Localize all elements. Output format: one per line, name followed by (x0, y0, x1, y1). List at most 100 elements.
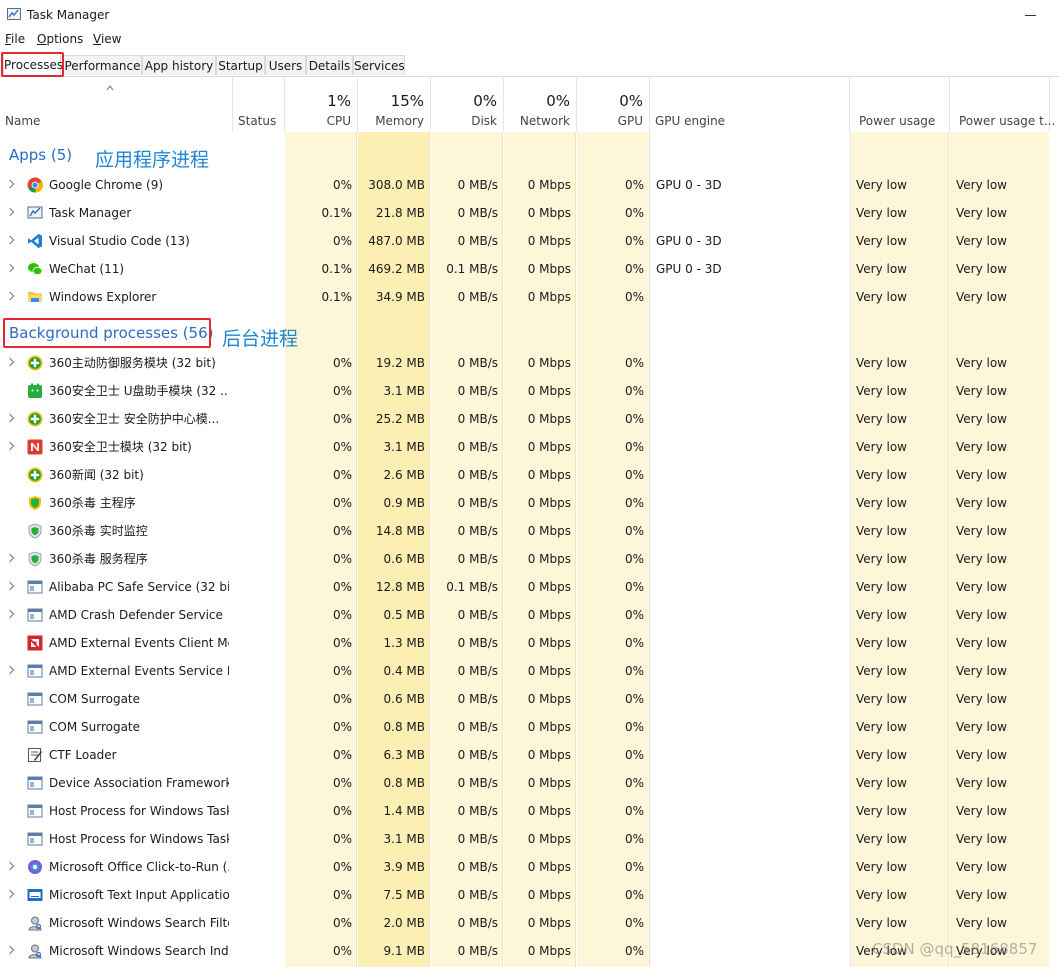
cpu-value: 0% (332, 178, 352, 192)
watermark: CSDN @qq_58168857 (872, 940, 1038, 958)
disk-value: 0 MB/s (457, 664, 498, 678)
network-value: 0 Mbps (527, 860, 571, 874)
360-plus-icon (27, 467, 43, 483)
expand-chevron-icon[interactable] (5, 357, 15, 367)
process-row[interactable]: AMD External Events Client Mo... 0% 1.3 MB… (0, 629, 1059, 657)
header-network[interactable]: 0% Network (504, 76, 577, 132)
process-row[interactable]: Microsoft Text Input Application 0% 7.5 MB… (0, 881, 1059, 909)
expand-chevron-icon[interactable] (5, 207, 15, 217)
minimize-button[interactable] (1020, 4, 1042, 26)
memory-value: 3.1 MB (383, 440, 425, 454)
wechat-icon (27, 261, 43, 277)
process-row[interactable]: Host Process for Windows Tasks 0% 3.1 MB 0 … (0, 825, 1059, 853)
tab-processes[interactable]: Processes (3, 53, 63, 76)
background-section-title[interactable]: Background processes (56) (9, 324, 214, 342)
memory-value: 0.4 MB (383, 664, 425, 678)
header-power-usage[interactable]: Power usage (850, 76, 950, 132)
header-power-usage-trend[interactable]: Power usage t... (950, 76, 1055, 132)
disk-value: 0 MB/s (457, 552, 498, 566)
tab-startup[interactable]: Startup (216, 55, 265, 75)
network-value: 0 Mbps (527, 804, 571, 818)
process-row[interactable]: COM Surrogate 0% 0.6 MB 0 MB/s 0 Mbps 0% Very … (0, 685, 1059, 713)
process-row[interactable]: WeChat (11) 0.1% 469.2 MB 0.1 MB/s 0 Mbps 0% G… (0, 255, 1059, 283)
process-row[interactable]: 360杀毒 服务程序 0% 0.6 MB 0 MB/s 0 Mbps 0% Very low… (0, 545, 1059, 573)
process-row[interactable]: 360杀毒 实时监控 0% 14.8 MB 0 MB/s 0 Mbps 0% Very lo… (0, 517, 1059, 545)
memory-value: 2.6 MB (383, 468, 425, 482)
process-row[interactable]: 360杀毒 主程序 0% 0.9 MB 0 MB/s 0 Mbps 0% Very low V… (0, 489, 1059, 517)
menu-file[interactable]: File (5, 32, 25, 46)
expand-chevron-icon[interactable] (5, 441, 15, 451)
process-row[interactable]: Task Manager 0.1% 21.8 MB 0 MB/s 0 Mbps 0% Ver… (0, 199, 1059, 227)
menu-options[interactable]: Options (37, 32, 83, 46)
header-status[interactable]: Status (233, 76, 285, 132)
process-name: 360杀毒 实时监控 (49, 524, 148, 538)
tab-performance[interactable]: Performance (63, 55, 142, 75)
memory-value: 21.8 MB (375, 206, 425, 220)
process-row[interactable]: 360新闻 (32 bit) 0% 2.6 MB 0 MB/s 0 Mbps 0% Very… (0, 461, 1059, 489)
network-value: 0 Mbps (527, 608, 571, 622)
expand-chevron-icon[interactable] (5, 889, 15, 899)
network-value: 0 Mbps (527, 234, 571, 248)
tab-app-history[interactable]: App history (142, 55, 216, 75)
expand-chevron-icon[interactable] (5, 665, 15, 675)
process-row[interactable]: CTF Loader 0% 6.3 MB 0 MB/s 0 Mbps 0% Very low… (0, 741, 1059, 769)
process-row[interactable]: AMD External Events Service M... 0% 0.4 MB… (0, 657, 1059, 685)
tab-users[interactable]: Users (265, 55, 306, 75)
disk-value: 0 MB/s (457, 608, 498, 622)
expand-chevron-icon[interactable] (5, 581, 15, 591)
header-gpu[interactable]: 0% GPU (577, 76, 650, 132)
process-name: AMD External Events Service M... (49, 664, 229, 678)
header-cpu[interactable]: 1% CPU (285, 76, 358, 132)
gpu-value: 0% (624, 608, 644, 622)
process-row[interactable]: Google Chrome (9) 0% 308.0 MB 0 MB/s 0 Mbps 0… (0, 171, 1059, 199)
service-window-icon (27, 607, 43, 623)
menu-view[interactable]: View (93, 32, 121, 46)
gpu-value: 0% (624, 552, 644, 566)
power-usage-trend-value: Very low (956, 748, 1007, 762)
expand-chevron-icon[interactable] (5, 179, 15, 189)
process-row[interactable]: Microsoft Office Click-to-Run (... 0% 3.9 … (0, 853, 1059, 881)
expand-chevron-icon[interactable] (5, 235, 15, 245)
process-row[interactable]: COM Surrogate 0% 0.8 MB 0 MB/s 0 Mbps 0% Very … (0, 713, 1059, 741)
process-row[interactable]: 360安全卫士模块 (32 bit) 0% 3.1 MB 0 MB/s 0 Mbps 0%… (0, 433, 1059, 461)
disk-value: 0 MB/s (457, 776, 498, 790)
process-row[interactable]: Windows Explorer 0.1% 34.9 MB 0 MB/s 0 Mbps 0… (0, 283, 1059, 311)
network-value: 0 Mbps (527, 580, 571, 594)
process-row[interactable]: 360安全卫士 安全防护中心模... 0% 25.2 MB 0 MB/s 0 Mbps 0… (0, 405, 1059, 433)
service-window-icon (27, 831, 43, 847)
memory-value: 0.8 MB (383, 776, 425, 790)
column-header: Name Status 1% CPU 15% Memory 0% Disk 0%… (0, 76, 1059, 132)
power-usage-trend-value: Very low (956, 580, 1007, 594)
network-value: 0 Mbps (527, 832, 571, 846)
header-gpu-engine[interactable]: GPU engine (650, 76, 850, 132)
expand-chevron-icon[interactable] (5, 413, 15, 423)
expand-chevron-icon[interactable] (5, 945, 15, 955)
process-row[interactable]: 360安全卫士 U盘助手模块 (32 ... 0% 3.1 MB 0 MB/s 0 Mb… (0, 377, 1059, 405)
cpu-value: 0% (332, 496, 352, 510)
window-title: Task Manager (27, 8, 110, 22)
cpu-value: 0% (332, 860, 352, 874)
process-row[interactable]: Device Association Framework ... 0% 0.8 MB… (0, 769, 1059, 797)
header-memory[interactable]: 15% Memory (358, 76, 431, 132)
power-usage-value: Very low (856, 580, 907, 594)
expand-chevron-icon[interactable] (5, 291, 15, 301)
process-name: 360主动防御服务模块 (32 bit) (49, 356, 216, 370)
expand-chevron-icon[interactable] (5, 263, 15, 273)
process-row[interactable]: Alibaba PC Safe Service (32 bit) 0% 12.8 M… (0, 573, 1059, 601)
power-usage-value: Very low (856, 804, 907, 818)
power-usage-trend-value: Very low (956, 720, 1007, 734)
expand-chevron-icon[interactable] (5, 609, 15, 619)
header-name[interactable]: Name (0, 76, 233, 132)
tab-details[interactable]: Details (306, 55, 353, 75)
process-name: Visual Studio Code (13) (49, 234, 190, 248)
process-row[interactable]: Visual Studio Code (13) 0% 487.0 MB 0 MB/s 0… (0, 227, 1059, 255)
process-row[interactable]: 360主动防御服务模块 (32 bit) 0% 19.2 MB 0 MB/s 0 Mbp… (0, 349, 1059, 377)
expand-chevron-icon[interactable] (5, 861, 15, 871)
apps-section-title[interactable]: Apps (5) (9, 146, 72, 164)
tab-services[interactable]: Services (353, 55, 405, 75)
process-row[interactable]: Host Process for Windows Tasks 0% 1.4 MB 0 … (0, 797, 1059, 825)
process-row[interactable]: Microsoft Windows Search Filte... 0% 2.0 M… (0, 909, 1059, 937)
process-row[interactable]: AMD Crash Defender Service 0% 0.5 MB 0 MB/s… (0, 601, 1059, 629)
expand-chevron-icon[interactable] (5, 553, 15, 563)
header-disk[interactable]: 0% Disk (431, 76, 504, 132)
